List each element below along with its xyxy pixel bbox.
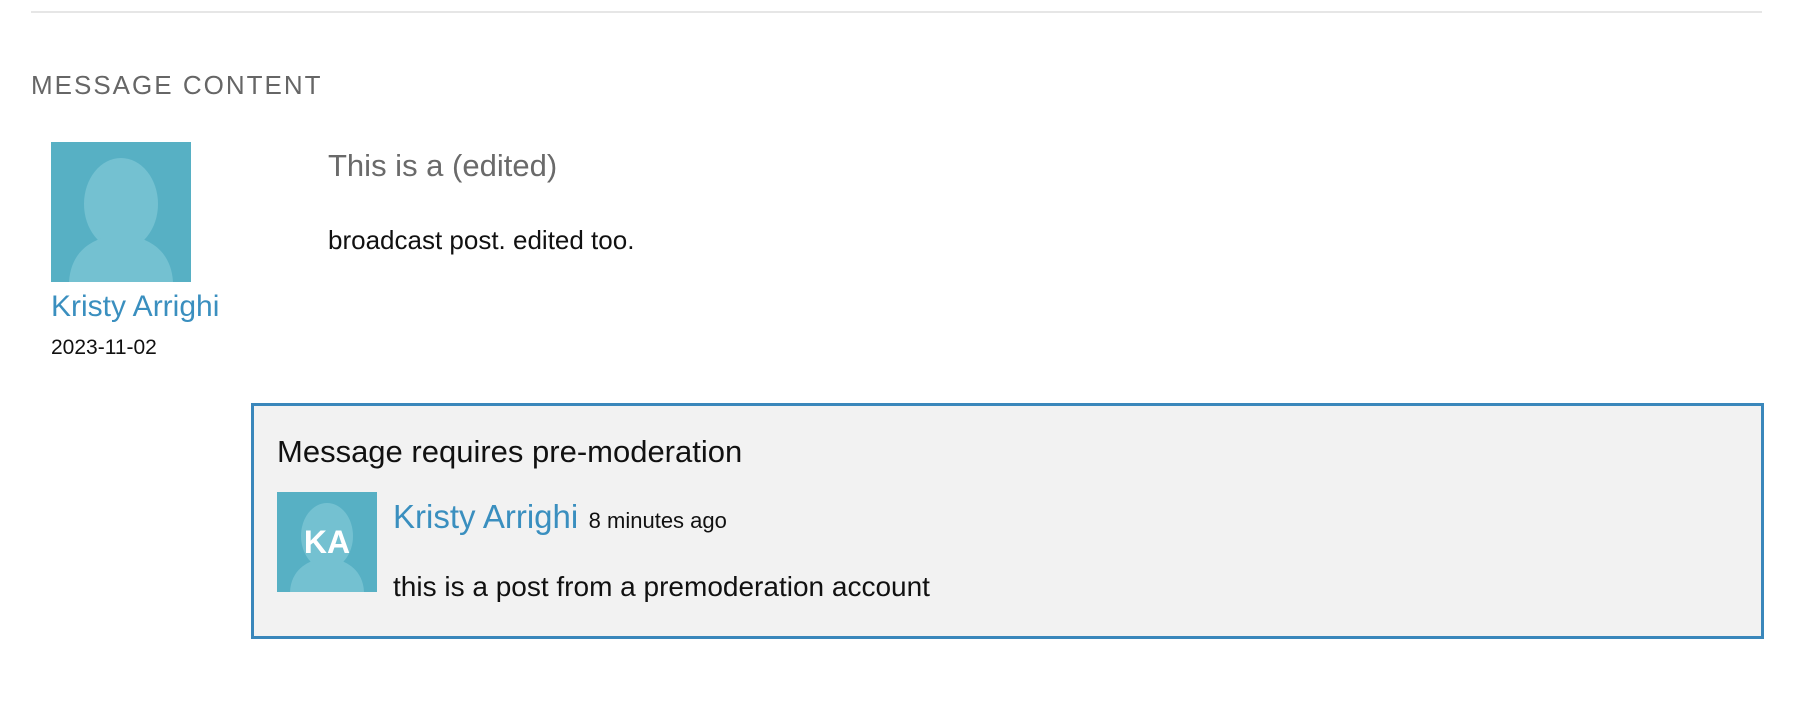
message-body: broadcast post. edited too. bbox=[328, 225, 635, 255]
post-author-block: Kristy Arrighi 2023-11-02 bbox=[51, 142, 271, 360]
person-silhouette-icon bbox=[69, 158, 173, 282]
section-title: MESSAGE CONTENT bbox=[31, 70, 323, 100]
commenter-name-link[interactable]: Kristy Arrighi bbox=[393, 498, 578, 535]
premoderation-panel: Message requires pre-moderation KA Krist… bbox=[251, 403, 1764, 639]
top-divider bbox=[31, 11, 1762, 13]
post-date: 2023-11-02 bbox=[51, 336, 157, 359]
commenter-avatar[interactable]: KA bbox=[277, 492, 377, 592]
author-name-link[interactable]: Kristy Arrighi bbox=[51, 290, 271, 324]
comment-text: this is a post from a premoderation acco… bbox=[393, 571, 930, 602]
comment-timestamp: 8 minutes ago bbox=[588, 508, 727, 533]
author-avatar[interactable] bbox=[51, 142, 191, 282]
avatar-initials: KA bbox=[303, 524, 351, 560]
message-subject: This is a (edited) bbox=[328, 148, 558, 183]
premoderation-title: Message requires pre-moderation bbox=[277, 434, 743, 469]
comment-header: Kristy Arrighi 8 minutes ago bbox=[393, 498, 727, 536]
